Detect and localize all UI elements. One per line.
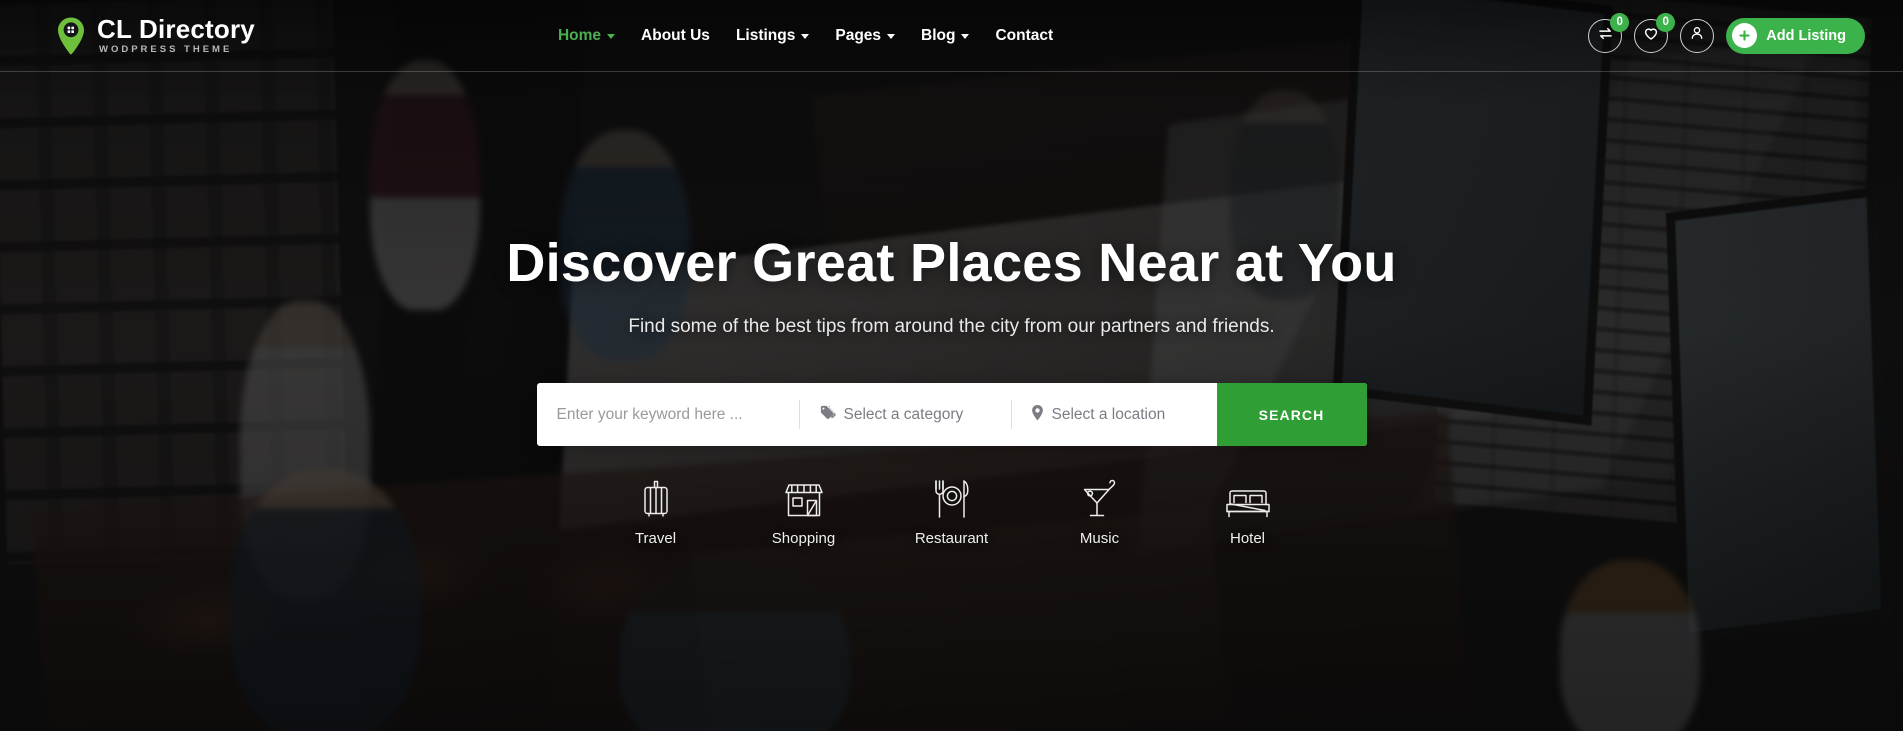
nav-item-home[interactable]: Home (557, 26, 616, 45)
category-shortcuts: Travel Shopping Restaurant Music Hotel (0, 478, 1903, 547)
hero-subtitle: Find some of the best tips from around t… (628, 316, 1275, 337)
map-pin-house-icon (55, 16, 87, 56)
category-select[interactable]: Select a category (798, 383, 1011, 446)
user-icon (1688, 24, 1706, 47)
map-marker-icon (1031, 404, 1044, 426)
wishlist-count-badge: 0 (1656, 12, 1676, 32)
chevron-down-icon (887, 34, 896, 39)
wishlist-button[interactable]: 0 (1634, 12, 1676, 53)
nav-label-home: Home (557, 26, 602, 44)
nav-label-blog: Blog (921, 26, 956, 44)
hero-title: Discover Great Places Near at You (506, 233, 1397, 293)
category-restaurant[interactable]: Restaurant (908, 478, 996, 547)
chevron-down-icon (607, 34, 616, 39)
nav-label-pages: Pages (835, 26, 882, 44)
nav-item-listings[interactable]: Listings (735, 26, 810, 45)
logo-title: CL Directory (97, 14, 255, 45)
nav-item-contact[interactable]: Contact (995, 27, 1053, 45)
category-travel[interactable]: Travel (612, 478, 700, 547)
add-listing-button[interactable]: Add Listing (1726, 17, 1865, 54)
account-button[interactable] (1680, 18, 1715, 53)
plus-icon (1732, 23, 1758, 48)
site-logo[interactable]: CL Directory WODPRESS THEME (55, 16, 255, 56)
location-select[interactable]: Select a location (1010, 383, 1217, 446)
search-button[interactable]: SEARCH (1216, 383, 1367, 446)
category-shopping[interactable]: Shopping (760, 478, 848, 547)
location-label: Select a location (1051, 405, 1166, 423)
category-label-travel: Travel (634, 530, 677, 547)
hero-page: CL Directory WODPRESS THEME Home About U… (0, 0, 1903, 731)
nav-item-about-us[interactable]: About Us (641, 27, 710, 45)
keyword-field[interactable] (537, 383, 799, 446)
logo-subtitle: WODPRESS THEME (99, 44, 233, 56)
nav-label-listings: Listings (735, 26, 796, 44)
category-label-shopping: Shopping (771, 530, 836, 547)
bed-icon (1224, 478, 1272, 520)
nav-label-contact: Contact (995, 26, 1054, 44)
category-hotel[interactable]: Hotel (1204, 478, 1292, 547)
category-label-restaurant: Restaurant (914, 530, 989, 547)
search-bar: Select a category Select a location SEAR… (536, 383, 1367, 446)
header-actions: 0 0 Add Listing (1588, 12, 1865, 54)
tag-icon (819, 404, 836, 426)
compare-button[interactable]: 0 (1588, 12, 1630, 53)
cocktail-glass-icon (1080, 478, 1120, 520)
nav-label-about-us: About Us (641, 26, 710, 44)
category-label-hotel: Hotel (1229, 530, 1266, 547)
main-navigation: Home About Us Listings Pages Blog Contac… (558, 27, 1053, 45)
category-music[interactable]: Music (1056, 478, 1144, 547)
site-header: CL Directory WODPRESS THEME Home About U… (0, 0, 1903, 72)
storefront-icon (782, 478, 826, 520)
chevron-down-icon (801, 34, 810, 39)
nav-item-blog[interactable]: Blog (921, 26, 970, 45)
nav-item-pages[interactable]: Pages (835, 26, 896, 45)
hero-content: Discover Great Places Near at You Find s… (0, 0, 1903, 547)
cutlery-plate-icon (932, 478, 972, 520)
search-input[interactable] (556, 405, 779, 424)
compare-count-badge: 0 (1610, 12, 1630, 32)
add-listing-label: Add Listing (1766, 27, 1846, 44)
category-label-music: Music (1079, 530, 1120, 547)
chevron-down-icon (961, 34, 970, 39)
suitcase-icon (639, 478, 673, 520)
category-label: Select a category (843, 405, 964, 423)
